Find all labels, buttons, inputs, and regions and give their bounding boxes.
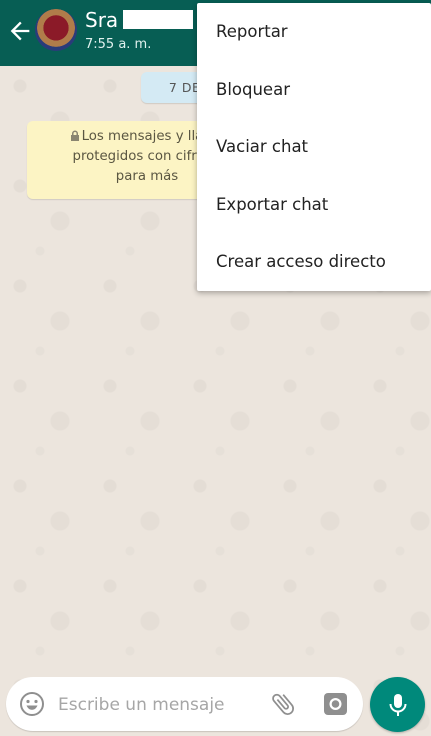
back-arrow-icon[interactable] — [6, 17, 34, 45]
last-seen-status: 7:55 a. m. — [85, 37, 152, 52]
microphone-button[interactable] — [370, 677, 425, 732]
menu-item-vaciar-chat[interactable]: Vaciar chat — [197, 118, 431, 176]
contact-name[interactable]: Sra — [85, 8, 118, 32]
menu-item-reportar[interactable]: Reportar — [197, 3, 431, 61]
menu-item-exportar-chat[interactable]: Exportar chat — [197, 176, 431, 234]
paperclip-icon[interactable] — [269, 690, 297, 718]
camera-icon[interactable] — [322, 691, 349, 717]
microphone-icon — [389, 694, 407, 716]
menu-item-bloquear[interactable]: Bloquear — [197, 61, 431, 119]
message-composer — [6, 677, 363, 731]
message-input[interactable] — [56, 690, 260, 720]
contact-avatar[interactable] — [35, 9, 77, 51]
emoji-icon[interactable] — [19, 691, 45, 717]
overflow-menu: Reportar Bloquear Vaciar chat Exportar c… — [197, 3, 431, 291]
menu-item-crear-acceso-directo[interactable]: Crear acceso directo — [197, 233, 431, 291]
name-redaction — [123, 10, 193, 29]
lock-icon — [70, 130, 79, 141]
